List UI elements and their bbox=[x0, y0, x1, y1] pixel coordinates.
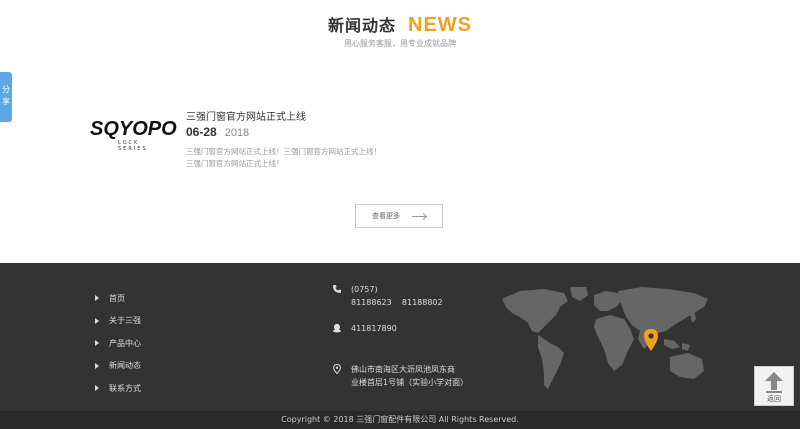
news-thumbnail-logo[interactable]: SQYOPO LOCK SERIES bbox=[90, 118, 177, 158]
arrow-up-icon bbox=[765, 372, 783, 393]
footer-nav-label: 新闻动态 bbox=[109, 361, 141, 371]
footer-nav-item-news[interactable]: 新闻动态 bbox=[95, 355, 141, 378]
qq-icon bbox=[333, 323, 341, 333]
share-tab[interactable]: 分 享 bbox=[0, 72, 12, 122]
footer: 首页 关于三强 产品中心 新闻动态 联系方式 (0757) 81188623 8… bbox=[0, 263, 800, 411]
footer-nav-item-home[interactable]: 首页 bbox=[95, 287, 141, 310]
news-item-title[interactable]: 三强门窗官方网站正式上线 bbox=[186, 108, 306, 123]
view-more-label: 查看更多 bbox=[372, 212, 400, 220]
section-title-cn: 新闻动态 bbox=[327, 16, 396, 35]
contact-qq: 411817890 bbox=[332, 322, 397, 335]
footer-nav-label: 首页 bbox=[109, 293, 125, 303]
phone-numbers: 81188623 81188802 bbox=[351, 298, 443, 307]
footer-nav-item-products[interactable]: 产品中心 bbox=[95, 332, 141, 355]
location-pin-icon bbox=[333, 364, 341, 374]
footer-nav: 首页 关于三强 产品中心 新闻动态 联系方式 bbox=[95, 287, 141, 400]
triangle-right-icon bbox=[95, 385, 99, 392]
footer-nav-label: 关于三强 bbox=[109, 316, 141, 326]
share-label-1: 分 bbox=[2, 85, 10, 94]
copyright: Copyright © 2018 三强门窗配件有限公司 All Rights R… bbox=[0, 411, 800, 429]
back-to-top-label: 返回 bbox=[767, 395, 781, 403]
address-line-2: 业楼首层1号铺（实验小学对面） bbox=[351, 378, 469, 387]
footer-nav-item-about[interactable]: 关于三强 bbox=[95, 310, 141, 333]
news-date: 06-28 2018 bbox=[186, 125, 249, 139]
qq-number: 411817890 bbox=[351, 324, 397, 333]
triangle-right-icon bbox=[95, 295, 99, 302]
section-subtitle: 用心服务客服，用专业成就品牌 bbox=[344, 39, 456, 48]
section-title-en: NEWS bbox=[408, 14, 472, 36]
footer-nav-label: 产品中心 bbox=[109, 338, 141, 348]
news-description: 三强门窗官方网站正式上线！三强门窗官方网站正式上线！三强门窗官方网站正式上线！ bbox=[186, 147, 381, 168]
page: 新闻动态 NEWS 用心服务客服，用专业成就品牌 分 享 SQYOPO LOCK … bbox=[0, 0, 800, 429]
footer-nav-item-contact[interactable]: 联系方式 bbox=[95, 377, 141, 400]
address-line-1: 佛山市南海区大沥凤池凤东商 bbox=[351, 365, 455, 374]
back-to-top-button[interactable]: 返回 bbox=[754, 366, 794, 406]
share-label-2: 享 bbox=[2, 97, 10, 106]
arrow-right-icon bbox=[412, 215, 426, 217]
triangle-right-icon bbox=[95, 362, 99, 369]
triangle-right-icon bbox=[95, 317, 99, 324]
phone-icon bbox=[333, 285, 341, 293]
view-more-button[interactable]: 查看更多 bbox=[355, 204, 443, 228]
news-date-year: 2018 bbox=[224, 127, 250, 139]
map-marker-icon bbox=[644, 329, 658, 351]
triangle-right-icon bbox=[95, 340, 99, 347]
contact-phone: (0757) 81188623 81188802 bbox=[332, 283, 443, 309]
contact-address: 佛山市南海区大沥凤池凤东商 业楼首层1号铺（实验小学对面） bbox=[332, 363, 468, 389]
world-map bbox=[502, 287, 708, 389]
phone-area-code: (0757) bbox=[351, 285, 378, 294]
footer-nav-label: 联系方式 bbox=[109, 383, 141, 393]
news-date-md: 06-28 bbox=[186, 125, 217, 139]
logo-tagline: LOCK SERIES bbox=[118, 140, 148, 152]
logo-brand: SQYOPO bbox=[90, 118, 177, 140]
section-title: 新闻动态 NEWS bbox=[0, 12, 800, 37]
